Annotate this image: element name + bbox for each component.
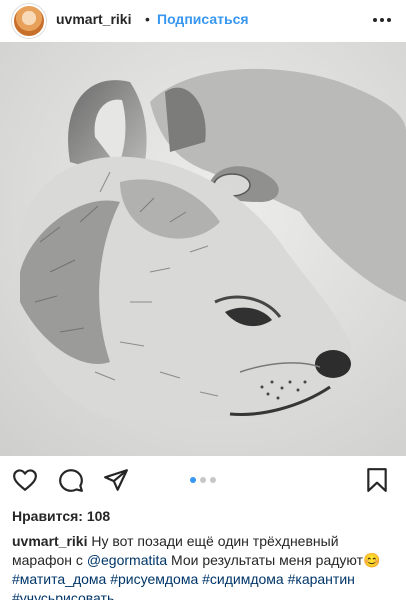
carousel-dot [190, 477, 196, 483]
post-image[interactable] [0, 42, 406, 456]
more-options-button[interactable] [370, 8, 394, 32]
separator-dot: • [145, 11, 150, 27]
carousel-dot [210, 477, 216, 483]
hashtag[interactable]: #карантин [288, 571, 355, 587]
more-dots-icon [373, 18, 391, 22]
hashtag[interactable]: #рисуемдома [110, 571, 198, 587]
hashtag[interactable]: #сидимдома [202, 571, 284, 587]
pencil-drawing-dog [0, 42, 406, 456]
post-caption: uvmart_riki Ну вот позади ещё один трёхд… [12, 532, 396, 600]
save-button[interactable] [364, 467, 390, 493]
hashtag[interactable]: #учусьрисовать [12, 590, 114, 600]
avatar[interactable] [12, 4, 46, 38]
post-header: uvmart_riki • Подписаться [0, 0, 406, 42]
bookmark-icon [367, 468, 387, 492]
follow-button[interactable]: Подписаться [157, 11, 249, 27]
caption-text: Мои результаты меня радуют [167, 552, 364, 568]
hashtag[interactable]: #матита_дома [12, 571, 106, 587]
smile-emoji: 😊 [363, 552, 381, 568]
carousel-dot [200, 477, 206, 483]
likes-count[interactable]: Нравится: 108 [12, 508, 110, 524]
caption-username[interactable]: uvmart_riki [12, 533, 87, 549]
post-username[interactable]: uvmart_riki [56, 11, 131, 27]
action-bar [0, 456, 406, 504]
caption-mention[interactable]: @egormatita [87, 552, 167, 568]
carousel-indicator [0, 477, 406, 483]
